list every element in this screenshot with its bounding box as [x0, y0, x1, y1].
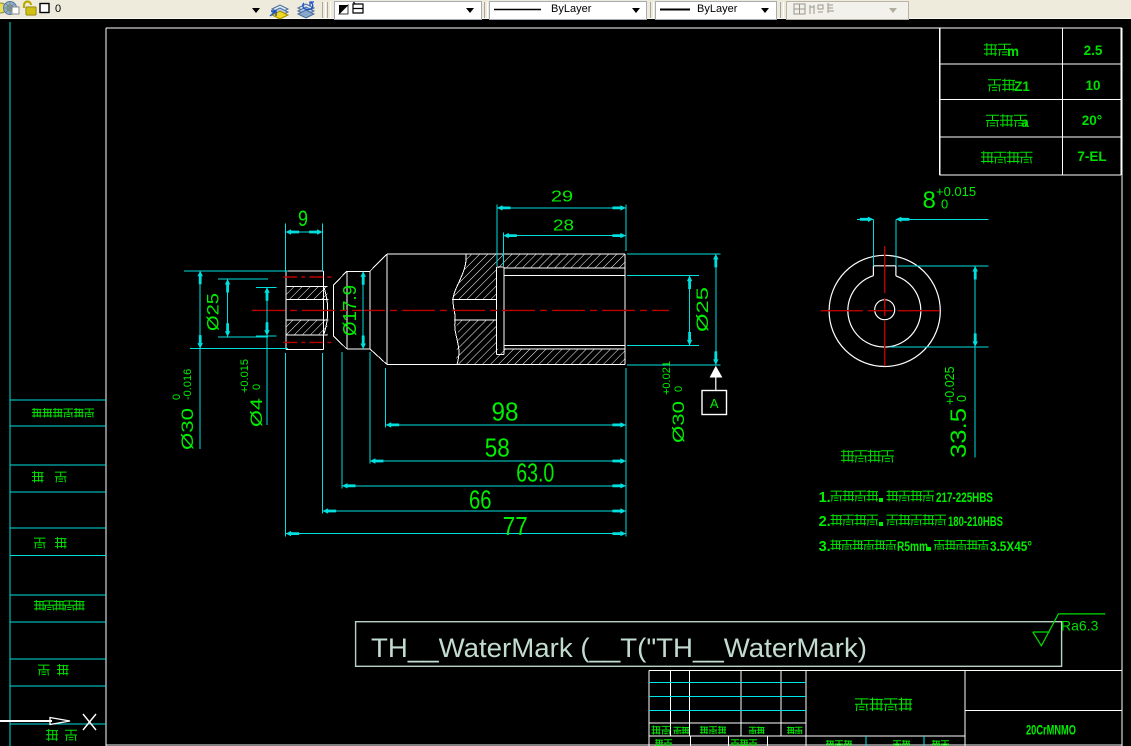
svg-text:Ra6.3: Ra6.3: [1061, 618, 1099, 634]
svg-text:0: 0: [941, 197, 948, 212]
svg-text:0: 0: [251, 384, 263, 390]
svg-text:8: 8: [923, 187, 936, 214]
svg-text:A: A: [710, 396, 719, 411]
svg-text:Ø25: Ø25: [693, 287, 712, 332]
svg-text:33.5: 33.5: [946, 408, 971, 458]
svg-text:9: 9: [298, 206, 308, 231]
svg-text:-0.016: -0.016: [182, 369, 194, 400]
svg-text:Ø25: Ø25: [204, 293, 223, 331]
svg-text:28: 28: [553, 218, 574, 235]
svg-text:Ø30: Ø30: [669, 401, 688, 443]
svg-text:217-225HBS: 217-225HBS: [936, 489, 993, 505]
svg-text:7-EL: 7-EL: [1077, 149, 1106, 164]
svg-text:77: 77: [503, 511, 528, 541]
svg-text:2.: 2.: [819, 514, 831, 530]
svg-text:10: 10: [1085, 78, 1100, 93]
svg-text:Ø30: Ø30: [178, 408, 197, 450]
svg-text:Z1: Z1: [1014, 79, 1030, 94]
svg-text:a: a: [1021, 115, 1029, 130]
svg-text:+0.021: +0.021: [661, 361, 673, 395]
svg-text:0: 0: [955, 395, 969, 402]
svg-text:58: 58: [485, 433, 510, 463]
svg-text:63.0: 63.0: [516, 458, 554, 488]
svg-text:2.5: 2.5: [1084, 43, 1103, 58]
svg-text:R5mm: R5mm: [897, 538, 928, 554]
svg-text:+0.015: +0.015: [239, 359, 251, 393]
svg-text:Ø17.9: Ø17.9: [340, 285, 360, 336]
svg-text:0: 0: [673, 386, 685, 392]
svg-text:Ø4: Ø4: [247, 398, 266, 427]
svg-text:TH__WaterMark (__T("TH__WaterM: TH__WaterMark (__T("TH__WaterMark): [371, 633, 867, 663]
svg-text:98: 98: [492, 397, 519, 427]
svg-text:29: 29: [551, 189, 573, 206]
svg-text:20°: 20°: [1082, 113, 1102, 128]
svg-text:3.5X45°: 3.5X45°: [990, 538, 1032, 554]
svg-text:66: 66: [469, 485, 492, 515]
svg-text:180-210HBS: 180-210HBS: [948, 513, 1003, 529]
svg-text:20CrMNMO: 20CrMNMO: [1026, 722, 1076, 738]
svg-text:1.: 1.: [819, 490, 831, 506]
svg-text:3.: 3.: [819, 539, 831, 555]
svg-text:m: m: [1007, 44, 1019, 59]
